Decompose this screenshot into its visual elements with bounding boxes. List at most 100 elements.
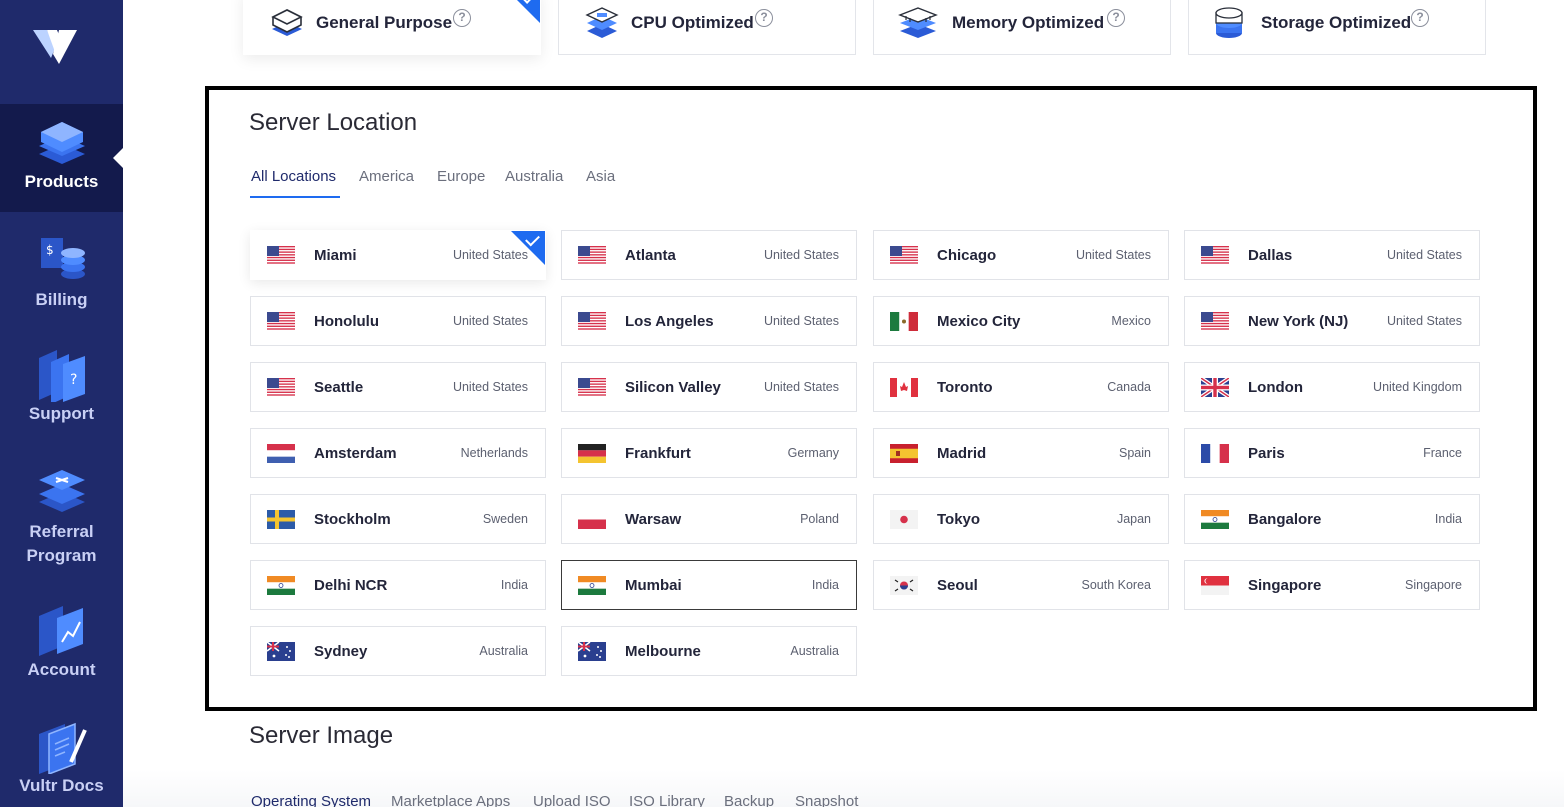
location-card-warsaw[interactable]: Warsaw Poland — [561, 494, 857, 544]
tab-marketplace-apps[interactable]: Marketplace Apps — [391, 793, 510, 807]
location-card-chicago[interactable]: Chicago United States — [873, 230, 1169, 280]
location-card-melbourne[interactable]: Melbourne Australia — [561, 626, 857, 676]
location-card-london[interactable]: London United Kingdom — [1184, 362, 1480, 412]
stack-icon — [38, 122, 85, 164]
flag-au-icon — [578, 642, 606, 661]
location-country: Canada — [1107, 380, 1151, 394]
tab-backup[interactable]: Backup — [724, 793, 774, 807]
location-card-los-angeles[interactable]: Los Angeles United States — [561, 296, 857, 346]
help-icon[interactable]: ? — [453, 9, 471, 27]
location-card-frankfurt[interactable]: Frankfurt Germany — [561, 428, 857, 478]
section-title-server-location: Server Location — [249, 109, 418, 136]
location-country: India — [500, 578, 528, 592]
location-city: Tokyo — [937, 511, 981, 528]
plan-card-storage-optimized[interactable]: Storage Optimized ? — [1188, 0, 1486, 55]
plan-label: General Purpose — [316, 13, 453, 32]
location-country: United States — [763, 248, 839, 262]
flag-pl-icon — [578, 510, 606, 529]
location-card-mexico-city[interactable]: Mexico City Mexico — [873, 296, 1169, 346]
location-city: Amsterdam — [314, 445, 397, 462]
location-country: United States — [763, 314, 839, 328]
location-card-stockholm[interactable]: Stockholm Sweden — [250, 494, 546, 544]
location-city: London — [1248, 379, 1303, 396]
sidebar-item-support[interactable]: ? Support — [0, 348, 123, 426]
location-city: Seoul — [937, 577, 978, 594]
location-card-sydney[interactable]: Sydney Australia — [250, 626, 546, 676]
tab-iso-library[interactable]: ISO Library — [629, 793, 705, 807]
location-card-miami[interactable]: Miami United States — [250, 230, 546, 280]
account-icon — [38, 606, 83, 656]
tab-america[interactable]: America — [359, 168, 414, 185]
location-card-delhi-ncr[interactable]: Delhi NCR India — [250, 560, 546, 610]
sidebar-item-label: Support — [28, 404, 95, 423]
location-card-toronto[interactable]: Toronto Canada — [873, 362, 1169, 412]
flag-in-icon — [267, 576, 295, 595]
sidebar-item-label: Billing — [35, 290, 88, 309]
location-country: France — [1423, 446, 1462, 460]
vultr-logo[interactable] — [33, 28, 77, 66]
location-country: United Kingdom — [1373, 380, 1462, 394]
help-icon[interactable]: ? — [1411, 9, 1429, 27]
sidebar-item-label: Referral Program — [26, 522, 97, 565]
svg-text:$: $ — [46, 243, 54, 257]
location-country: Netherlands — [460, 446, 528, 460]
svg-text:?: ? — [70, 372, 77, 388]
location-card-seoul[interactable]: Seoul South Korea — [873, 560, 1169, 610]
tab-upload-iso[interactable]: Upload ISO — [533, 793, 611, 807]
sidebar-item-billing[interactable]: $ Billing — [0, 234, 123, 312]
location-country: Spain — [1119, 446, 1151, 460]
location-city: Mumbai — [625, 577, 682, 594]
location-card-amsterdam[interactable]: Amsterdam Netherlands — [250, 428, 546, 478]
location-city: Toronto — [937, 379, 993, 396]
referral-icon — [38, 470, 85, 512]
location-card-new-york-nj[interactable]: New York (NJ) United States — [1184, 296, 1480, 346]
sidebar-item-products[interactable]: Products — [0, 104, 123, 212]
location-city: Honolulu — [314, 313, 379, 330]
tab-operating-system[interactable]: Operating System — [251, 793, 371, 807]
tab-all-locations[interactable]: All Locations — [251, 168, 336, 185]
check-icon — [508, 0, 540, 23]
cpu-icon — [585, 7, 619, 38]
location-card-dallas[interactable]: Dallas United States — [1184, 230, 1480, 280]
location-card-paris[interactable]: Paris France — [1184, 428, 1480, 478]
plan-label: CPU Optimized — [631, 13, 754, 32]
flag-us-icon — [578, 312, 606, 331]
help-icon[interactable]: ? — [1107, 9, 1125, 27]
flag-mx-icon — [890, 312, 918, 331]
location-city: Warsaw — [625, 511, 682, 528]
location-card-seattle[interactable]: Seattle United States — [250, 362, 546, 412]
location-country: United States — [763, 380, 839, 394]
tab-snapshot[interactable]: Snapshot — [795, 793, 858, 807]
tab-asia[interactable]: Asia — [586, 168, 615, 185]
location-card-atlanta[interactable]: Atlanta United States — [561, 230, 857, 280]
location-card-singapore[interactable]: Singapore Singapore — [1184, 560, 1480, 610]
help-icon[interactable]: ? — [755, 9, 773, 27]
location-card-tokyo[interactable]: Tokyo Japan — [873, 494, 1169, 544]
docs-icon — [38, 722, 87, 774]
memory-icon — [898, 7, 938, 38]
active-tab-underline — [250, 196, 340, 198]
location-card-honolulu[interactable]: Honolulu United States — [250, 296, 546, 346]
sidebar-item-referral[interactable]: Referral Program — [0, 466, 123, 568]
location-country: South Korea — [1081, 578, 1152, 592]
location-card-mumbai[interactable]: Mumbai India — [561, 560, 857, 610]
sidebar-item-account[interactable]: Account — [0, 604, 123, 682]
location-card-silicon-valley[interactable]: Silicon Valley United States — [561, 362, 857, 412]
plan-card-memory-optimized[interactable]: Memory Optimized ? — [873, 0, 1171, 55]
location-city: Silicon Valley — [625, 379, 721, 396]
tab-australia[interactable]: Australia — [505, 168, 563, 185]
tab-europe[interactable]: Europe — [437, 168, 485, 185]
sidebar-item-docs[interactable]: Vultr Docs — [0, 720, 123, 798]
plan-card-general-purpose[interactable]: General Purpose ? — [243, 0, 541, 55]
flag-us-icon — [267, 312, 295, 331]
location-city: Delhi NCR — [314, 577, 388, 594]
location-city: Frankfurt — [625, 445, 691, 462]
plan-card-cpu-optimized[interactable]: CPU Optimized ? — [558, 0, 856, 55]
flag-sg-icon — [1201, 576, 1229, 595]
location-city: Singapore — [1248, 577, 1322, 594]
location-city: Madrid — [937, 445, 987, 462]
flag-ca-icon — [890, 378, 918, 397]
location-card-madrid[interactable]: Madrid Spain — [873, 428, 1169, 478]
location-city: Dallas — [1248, 247, 1293, 264]
location-card-bangalore[interactable]: Bangalore India — [1184, 494, 1480, 544]
